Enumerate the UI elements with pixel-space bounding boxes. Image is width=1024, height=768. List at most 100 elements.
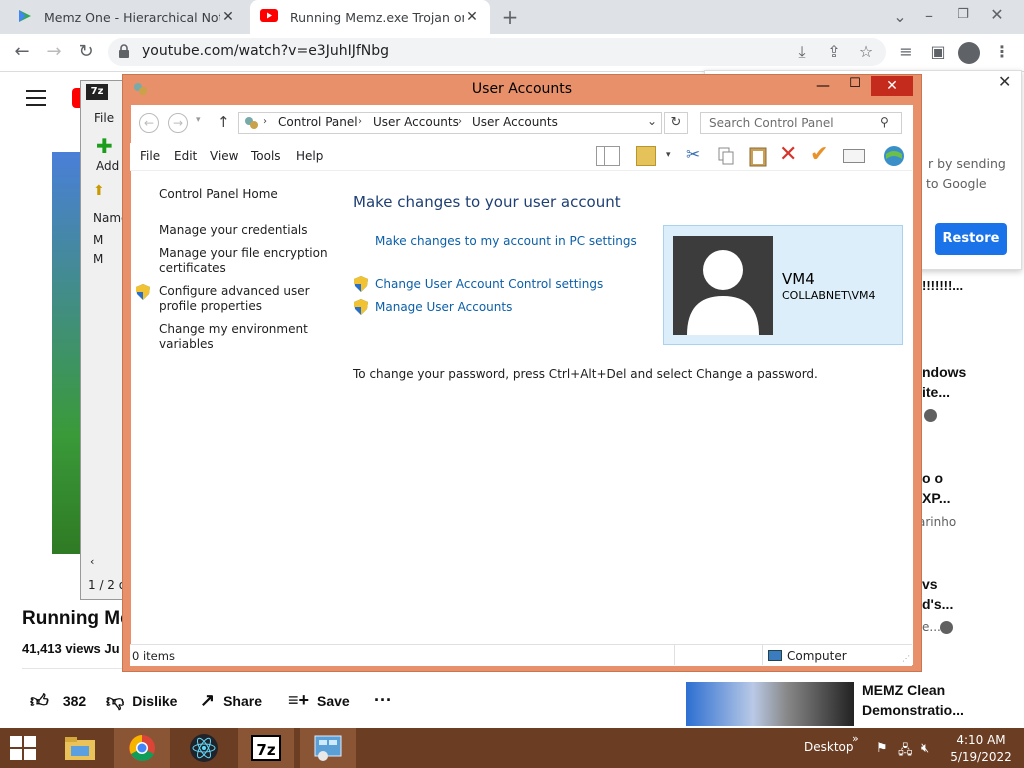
nav-forward-icon[interactable]: → <box>168 113 188 133</box>
tab-youtube[interactable]: Running Memz.exe Trojan on Wi ✕ <box>250 0 490 34</box>
breadcrumb-user-accounts-current[interactable]: User Accounts <box>472 115 558 129</box>
control-panel-taskbar-icon[interactable] <box>300 728 356 768</box>
rec-title-fragment: o o <box>922 470 943 486</box>
pc-settings-link[interactable]: Make changes to my account in PC setting… <box>375 234 637 248</box>
menu-view[interactable]: View <box>210 143 238 169</box>
advanced-profile-link-line2[interactable]: profile properties <box>159 299 262 314</box>
close-tab-icon[interactable]: ✕ <box>464 9 480 25</box>
menu-help[interactable]: Help <box>296 143 323 169</box>
forward-icon[interactable]: → <box>42 40 66 64</box>
file-encryption-link-line2[interactable]: certificates <box>159 261 226 276</box>
delete-icon[interactable]: ✕ <box>779 142 797 167</box>
verified-icon <box>940 621 953 634</box>
dropdown-arrow-icon[interactable]: ▾ <box>666 150 671 160</box>
folder-options-icon[interactable] <box>636 146 656 166</box>
cut-icon[interactable]: ✂ <box>686 145 700 165</box>
environment-variables-link-line2[interactable]: variables <box>159 337 214 352</box>
bookmark-star-icon[interactable]: ☆ <box>854 40 878 64</box>
dislike-button[interactable]: 👎︎ Dislike <box>106 690 177 712</box>
like-button[interactable]: 👍︎ 382 <box>30 690 86 712</box>
clock-time[interactable]: 4:10 AM <box>950 733 1012 747</box>
new-tab-icon[interactable]: + <box>498 5 522 29</box>
minimize-icon[interactable]: – <box>914 4 944 28</box>
back-icon[interactable]: ← <box>10 40 34 64</box>
window-maximize-icon[interactable]: ☐ <box>840 76 870 91</box>
resize-grip-icon[interactable]: ⋰ <box>902 654 910 663</box>
refresh-icon[interactable]: ↻ <box>664 112 688 134</box>
nav-back-icon[interactable]: ← <box>139 113 159 133</box>
rec-title-fragment: !!!!!!!... <box>922 278 964 293</box>
menu-icon[interactable]: ⋮ <box>990 40 1014 64</box>
control-panel-icon <box>132 81 148 97</box>
network-icon[interactable]: 🖧︎ <box>898 741 913 763</box>
thumb-up-icon: 👍︎ <box>30 691 49 711</box>
environment-variables-link[interactable]: Change my environment <box>159 322 308 337</box>
divider <box>22 668 124 669</box>
side-panel-icon[interactable]: ▣ <box>926 40 950 64</box>
recent-locations-icon[interactable]: ▾ <box>196 115 201 125</box>
scroll-left-icon[interactable]: ‹ <box>90 555 94 568</box>
rec-channel-fragment: arinho <box>918 515 957 529</box>
reload-icon[interactable]: ↻ <box>74 40 98 64</box>
media-icon[interactable]: ≡ <box>894 40 918 64</box>
breadcrumb-user-accounts[interactable]: User Accounts <box>373 115 459 129</box>
close-window-icon[interactable]: ✕ <box>982 3 1012 27</box>
sevenzip-taskbar-icon[interactable]: 7z <box>238 728 294 768</box>
save-button[interactable]: ≡+ Save <box>288 690 350 711</box>
status-item-count: 0 items <box>132 649 175 663</box>
file-explorer-taskbar-icon[interactable] <box>52 728 108 768</box>
control-panel-small-icon <box>243 115 259 131</box>
window-close-button[interactable]: ✕ <box>871 76 913 96</box>
file-encryption-link[interactable]: Manage your file encryption <box>159 246 328 261</box>
popup-close-icon[interactable]: ✕ <box>998 72 1011 91</box>
menu-edit[interactable]: Edit <box>174 143 197 169</box>
uac-settings-link[interactable]: Change User Account Control settings <box>375 277 603 291</box>
breadcrumb-control-panel[interactable]: Control Panel <box>278 115 358 129</box>
control-panel-home-link[interactable]: Control Panel Home <box>159 187 278 202</box>
volume-muted-icon[interactable]: 🔇︎ <box>921 741 929 756</box>
search-icon[interactable]: ⚲ <box>880 115 889 129</box>
manage-credentials-link[interactable]: Manage your credentials <box>159 223 308 238</box>
profile-avatar-icon[interactable] <box>958 42 980 64</box>
globe-icon[interactable] <box>882 145 906 167</box>
share-icon[interactable]: ⇪ <box>822 40 846 64</box>
toolbar-expand-icon[interactable]: » <box>852 732 859 745</box>
more-actions-icon[interactable]: ··· <box>374 690 392 711</box>
share-button[interactable]: ↗ Share <box>200 690 262 711</box>
tab-search-icon[interactable]: ⌄ <box>888 5 912 29</box>
copy-icon[interactable] <box>716 146 736 166</box>
user-avatar-icon[interactable] <box>673 236 773 335</box>
start-windows-icon[interactable] <box>10 736 36 760</box>
chrome-taskbar-icon[interactable] <box>114 728 170 768</box>
nav-up-icon[interactable]: ↑ <box>217 113 230 131</box>
search-placeholder: Search Control Panel <box>709 116 834 130</box>
page-heading: Make changes to your user account <box>353 193 621 211</box>
advanced-profile-link[interactable]: Configure advanced user <box>159 284 310 299</box>
maximize-icon[interactable]: ❐ <box>948 3 978 27</box>
up-folder-icon[interactable]: ⬆ <box>93 183 105 199</box>
window-minimize-icon[interactable]: — <box>808 78 838 94</box>
rename-icon[interactable] <box>843 149 865 163</box>
clock-date[interactable]: 5/19/2022 <box>950 750 1012 764</box>
menu-file[interactable]: File <box>140 143 160 169</box>
share-arrow-icon: ↗ <box>200 690 216 710</box>
sevenzip-menu-file[interactable]: File <box>94 111 114 125</box>
react-app-taskbar-icon[interactable] <box>176 728 232 768</box>
rec-thumbnail[interactable] <box>686 682 854 726</box>
preview-pane-icon[interactable] <box>596 146 620 166</box>
install-icon[interactable]: ⤓ <box>790 40 814 64</box>
menu-tools[interactable]: Tools <box>251 143 281 169</box>
action-center-flag-icon[interactable]: ⚑ <box>876 741 888 756</box>
manage-user-accounts-link[interactable]: Manage User Accounts <box>375 300 512 314</box>
tab-memz-one[interactable]: Memz One - Hierarchical Notepa ✕ <box>8 0 246 34</box>
restore-button[interactable]: Restore <box>935 223 1007 255</box>
file-row[interactable]: M <box>93 233 103 247</box>
add-icon[interactable]: ✚ <box>96 134 113 158</box>
address-dropdown-icon[interactable]: ⌄ <box>647 114 657 128</box>
desktop-toolbar-label[interactable]: Desktop <box>804 740 854 754</box>
paste-icon[interactable] <box>747 145 769 167</box>
file-row[interactable]: M <box>93 252 103 266</box>
close-tab-icon[interactable]: ✕ <box>220 9 236 25</box>
properties-check-icon[interactable]: ✔ <box>810 142 828 167</box>
hamburger-icon[interactable] <box>26 90 46 106</box>
